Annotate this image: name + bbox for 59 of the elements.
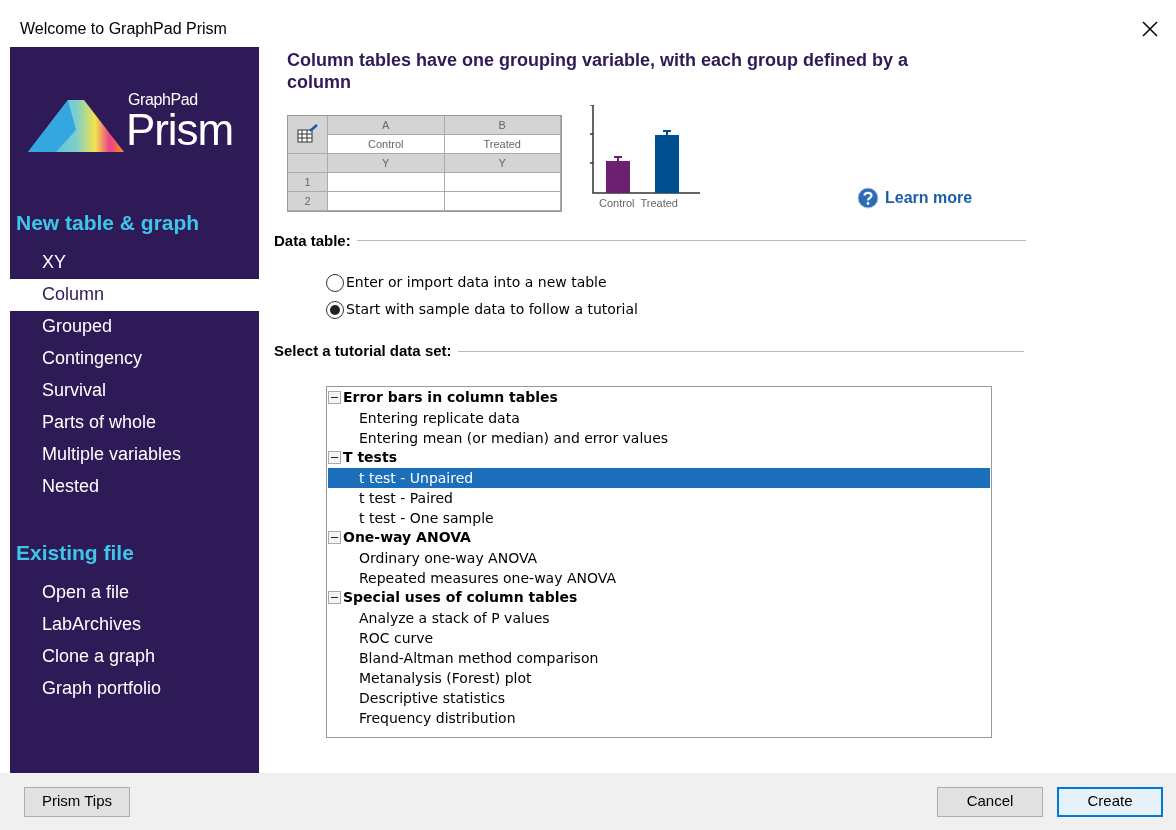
collapse-toggle[interactable]	[328, 531, 341, 544]
tree-item[interactable]: t test - Unpaired	[328, 467, 990, 488]
tree-group[interactable]: Special uses of column tables	[343, 587, 578, 608]
sidebar-item[interactable]: Grouped	[10, 310, 259, 343]
sidebar-item[interactable]: Parts of whole	[10, 406, 259, 439]
tree-group[interactable]: Error bars in column tables	[343, 387, 558, 408]
sidebar-item[interactable]: Contingency	[10, 342, 259, 375]
sidebar-item[interactable]: Column	[10, 278, 259, 311]
sidebar-item[interactable]: Graph portfolio	[10, 672, 259, 704]
window-title: Welcome to GraphPad Prism	[20, 18, 227, 39]
tree-item[interactable]: t test - Paired	[328, 487, 990, 508]
sidebar-item[interactable]: LabArchives	[10, 608, 259, 640]
tree-group[interactable]: One-way ANOVA	[343, 527, 471, 548]
tree-item[interactable]: Ordinary one-way ANOVA	[328, 547, 990, 568]
tree-item[interactable]: Metanalysis (Forest) plot	[328, 667, 990, 688]
tree-group[interactable]: T tests	[343, 447, 397, 468]
tree-item[interactable]: Descriptive statistics	[328, 687, 990, 708]
radio-option[interactable]: Enter or import data into a new table	[326, 272, 1026, 293]
help-icon	[857, 186, 879, 209]
sidebar-item[interactable]: Open a file	[10, 576, 259, 608]
page-heading: Column tables have one grouping variable, with each group defined by a column	[286, 49, 910, 93]
bar-label: Control	[599, 196, 635, 211]
tree-item[interactable]: t test - One sample	[328, 507, 990, 528]
radio-option[interactable]: Start with sample data to follow a tutorial	[326, 299, 1026, 320]
logo-small-text: GraphPad	[128, 92, 199, 108]
column-type: Y	[328, 153, 445, 173]
tree-item[interactable]: Bland-Altman method comparison	[328, 647, 990, 668]
section-label: Select a tutorial data set:	[274, 341, 452, 361]
table-icon	[296, 124, 319, 144]
section-label: Data table:	[274, 230, 351, 251]
prism-triangle-icon	[28, 100, 124, 152]
tree-item[interactable]: Frequency distribution	[328, 707, 990, 728]
prism-tips-button[interactable]: Prism Tips	[24, 786, 130, 817]
section-heading: New table & graph	[15, 210, 201, 236]
collapse-toggle[interactable]	[328, 451, 341, 464]
column-letter: A	[328, 115, 445, 135]
tree-item[interactable]: Analyze a stack of P values	[328, 607, 990, 628]
tree-item[interactable]: ROC curve	[328, 627, 990, 648]
section-heading: Existing file	[15, 539, 135, 566]
learn-more-link[interactable]: Learn more	[857, 185, 973, 210]
bar-label: Treated	[640, 196, 678, 211]
sidebar-item[interactable]: Clone a graph	[10, 640, 259, 672]
radio-button[interactable]	[326, 300, 344, 319]
collapse-toggle[interactable]	[328, 591, 341, 604]
collapse-toggle[interactable]	[328, 391, 341, 404]
create-button[interactable]: Create	[1057, 786, 1163, 817]
logo-large-text: Prism	[126, 108, 233, 152]
tree-item[interactable]: Entering replicate data	[328, 407, 990, 428]
radio-button[interactable]	[326, 273, 344, 292]
tree-item[interactable]: Entering mean (or median) and error values	[328, 427, 990, 448]
sidebar-item[interactable]: Multiple variables	[10, 438, 259, 471]
cancel-button[interactable]: Cancel	[937, 786, 1043, 817]
column-letter: B	[444, 115, 561, 135]
sidebar-item[interactable]: Nested	[10, 470, 259, 503]
tree-item[interactable]: Repeated measures one-way ANOVA	[328, 567, 990, 588]
close-icon	[1142, 20, 1158, 37]
column-title: Control	[328, 134, 445, 154]
sidebar-item[interactable]: XY	[10, 246, 259, 279]
sidebar-item[interactable]: Survival	[10, 374, 259, 407]
